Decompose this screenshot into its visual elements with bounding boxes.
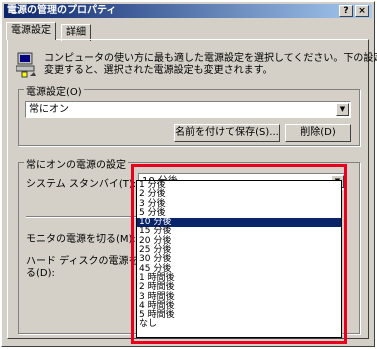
window-title: 電源の管理のプロパティ [7, 5, 117, 16]
settings-group-label: 常にオンの電源の設定 [24, 156, 128, 171]
standby-label: システム スタンバイ(T): [26, 179, 137, 190]
delete-button[interactable]: 削除(D) [285, 124, 351, 142]
highlight-frame [131, 164, 347, 344]
separator [26, 216, 136, 218]
power-schemes-label: 電源設定(O) [24, 83, 84, 98]
computer-power-icon [16, 52, 36, 78]
help-button[interactable]: ? [339, 5, 353, 17]
monitor-off-label: モニタの電源を切る(M): [26, 234, 136, 245]
close-button[interactable]: × [355, 5, 369, 17]
save-as-button[interactable]: 名前を付けて保存(S)... [174, 124, 280, 142]
description-line-2: 変更すると、選択された電源設定も変更されます。 [44, 65, 273, 76]
power-scheme-select[interactable]: 常にオン ▼ [25, 101, 351, 118]
chevron-down-icon[interactable]: ▼ [336, 103, 349, 116]
hdd-off-label-line-2: る(D): [26, 268, 55, 279]
title-bar: 電源の管理のプロパティ ? × [4, 4, 372, 18]
power-scheme-value: 常にオン [29, 104, 69, 115]
tab-power-schemes[interactable]: 電源設定 [6, 22, 56, 40]
